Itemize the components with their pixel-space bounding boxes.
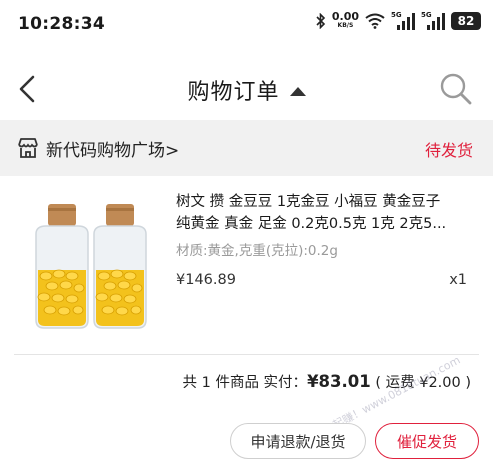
product-item[interactable]: 树文 攒 金豆豆 1克金豆 小福豆 黄金豆子 纯黄金 真金 足金 0.2克0.5… [0,176,493,354]
product-title-line: 纯黄金 真金 足金 0.2克0.5克 1克 2克5... [176,216,447,232]
refund-button[interactable]: 申请退款/退货 [230,423,366,459]
store-name-link[interactable]: 新代码购物广场> [46,136,179,161]
battery-icon: 82 [451,12,481,30]
signal-icon: 5G [421,11,445,30]
store-icon [16,136,40,160]
status-bar: 10:28:34 0.00 KB/S 5G 5G 82 [0,0,493,46]
summary-amount: ¥83.01 [307,372,371,391]
urge-shipping-button[interactable]: 催促发货 [375,423,479,459]
search-button[interactable] [439,72,475,108]
summary-count: 共 1 件商品 实付： [182,375,308,391]
product-title: 树文 攒 金豆豆 1克金豆 小福豆 黄金豆子 纯黄金 真金 足金 0.2克0.5… [176,191,476,235]
product-title-line: 树文 攒 金豆豆 1克金豆 小福豆 黄金豆子 [176,194,441,210]
nav-title-dropdown[interactable]: 购物订单 [0,74,493,106]
product-image [26,204,156,332]
nav-bar: 购物订单 [0,62,493,116]
page-title: 购物订单 [187,80,280,105]
product-price: ¥146.89 [176,272,236,288]
status-time: 10:28:34 [18,14,105,34]
bluetooth-icon [316,13,326,29]
wifi-icon [365,13,385,29]
status-icons: 0.00 KB/S 5G 5G 82 [316,10,481,30]
caret-up-icon [289,86,306,96]
divider [14,354,479,355]
store-header: 新代码购物广场> 待发货 [0,120,493,176]
search-icon [440,73,472,105]
product-quantity: x1 [449,272,467,288]
network-speed: 0.00 KB/S [331,10,359,29]
product-spec: 材质:黄金,克重(克拉):0.2g [176,243,338,259]
order-status-badge: 待发货 [424,141,473,160]
signal-icon: 5G [391,11,415,30]
